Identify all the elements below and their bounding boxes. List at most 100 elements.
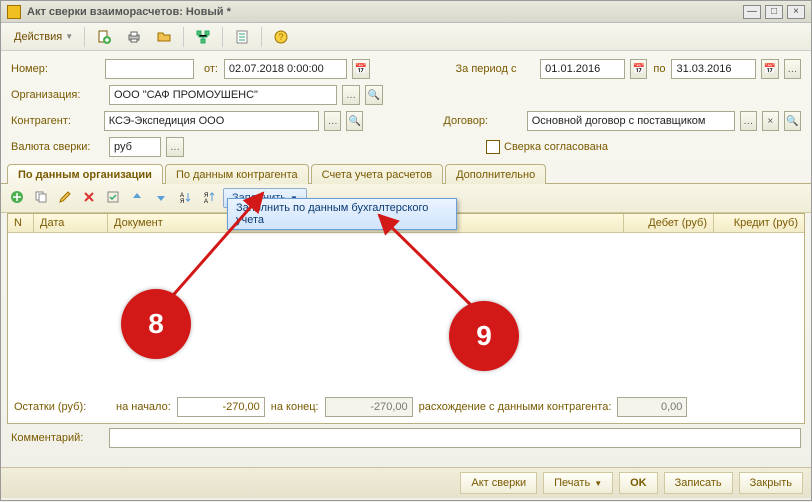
dogovor-select-button[interactable]: …: [740, 111, 757, 131]
period-to-field[interactable]: 31.03.2016: [671, 59, 756, 79]
svg-text:?: ?: [279, 32, 284, 42]
window-title: Акт сверки взаиморасчетов: Новый *: [27, 6, 743, 18]
tab-accounts[interactable]: Счета учета расчетов: [311, 164, 443, 184]
refresh-button[interactable]: [119, 26, 149, 48]
dogovor-field[interactable]: Основной договор с поставщиком: [527, 111, 735, 131]
calendar-icon: 📅: [355, 64, 367, 75]
add-row-button[interactable]: [7, 188, 27, 208]
ot-label: от:: [204, 63, 218, 75]
org-open-button[interactable]: 🔍: [365, 85, 383, 105]
move-up-button[interactable]: [127, 188, 147, 208]
number-field[interactable]: [105, 59, 194, 79]
zakryt-button[interactable]: Закрыть: [739, 472, 803, 494]
sort-desc-icon: ЯA: [202, 190, 216, 207]
svg-text:Я: Я: [180, 199, 184, 204]
period-menu-button[interactable]: …: [784, 59, 801, 79]
separator: [222, 27, 223, 47]
zapisat-button[interactable]: Записать: [664, 472, 733, 494]
main-toolbar: Действия ▼ ?: [1, 23, 811, 51]
fill-menu-item[interactable]: Заполнить по данным бухгалтерского учета: [227, 198, 457, 230]
annotation-bubble-8: 8: [121, 289, 191, 359]
svg-text:A: A: [204, 199, 208, 204]
dogovor-open-button[interactable]: 🔍: [784, 111, 801, 131]
magnifier-icon: 🔍: [368, 90, 380, 101]
structure-icon: [195, 29, 211, 45]
col-credit-header[interactable]: Кредит (руб): [714, 214, 804, 232]
bottom-bar: Акт сверки Печать▼ OK Записать Закрыть: [1, 467, 811, 498]
dogovor-clear-button[interactable]: ×: [762, 111, 779, 131]
annotation-bubble-9: 9: [449, 301, 519, 371]
sort-asc-button[interactable]: AЯ: [175, 188, 195, 208]
document-plus-icon: [96, 29, 112, 45]
pechat-button[interactable]: Печать▼: [543, 472, 613, 494]
title-bar: Акт сверки взаиморасчетов: Новый * — □ ×: [1, 1, 811, 23]
period-from-field[interactable]: 01.01.2016: [540, 59, 625, 79]
magnifier-icon: 🔍: [349, 116, 361, 127]
tab-org-data[interactable]: По данным организации: [7, 164, 163, 184]
rashod-label: расхождение с данными контрагента:: [419, 401, 612, 413]
tab-kont-data[interactable]: По данным контрагента: [165, 164, 309, 184]
separator: [183, 27, 184, 47]
na-nachalo-value[interactable]: -270,00: [177, 397, 265, 417]
separator: [261, 27, 262, 47]
minimize-button[interactable]: —: [743, 5, 761, 19]
col-n-header[interactable]: N: [8, 214, 34, 232]
copy-row-button[interactable]: [31, 188, 51, 208]
kont-select-button[interactable]: …: [324, 111, 341, 131]
date-picker-button[interactable]: 📅: [352, 59, 369, 79]
period-to-calendar-button[interactable]: 📅: [761, 59, 778, 79]
report-icon: [234, 29, 250, 45]
plus-circle-icon: [10, 190, 24, 207]
help-button[interactable]: ?: [266, 26, 296, 48]
period-from-calendar-button[interactable]: 📅: [630, 59, 647, 79]
arrow-up-icon: [130, 190, 144, 207]
agreed-checkbox[interactable]: [486, 140, 500, 154]
period-label: За период с: [456, 63, 535, 75]
pencil-icon: [58, 190, 72, 207]
kont-field[interactable]: КСЭ-Экспедиция ООО: [104, 111, 320, 131]
actions-label: Действия: [14, 31, 62, 43]
links-button[interactable]: [188, 26, 218, 48]
org-select-button[interactable]: …: [342, 85, 360, 105]
na-konec-label: на конец:: [271, 401, 319, 413]
calendar-icon: 📅: [632, 64, 644, 75]
ok-button[interactable]: OK: [619, 472, 658, 494]
rashod-value: 0,00: [617, 397, 687, 417]
na-nachalo-label: на начало:: [116, 401, 171, 413]
date-field[interactable]: 02.07.2018 0:00:00: [224, 59, 347, 79]
number-label: Номер:: [11, 63, 99, 75]
report-button[interactable]: [227, 26, 257, 48]
na-konec-value: -270,00: [325, 397, 413, 417]
delete-row-button[interactable]: [79, 188, 99, 208]
period-to-label: по: [653, 63, 665, 75]
copy-icon: [34, 190, 48, 207]
currency-label: Валюта сверки:: [11, 141, 103, 153]
kont-open-button[interactable]: 🔍: [346, 111, 363, 131]
close-button[interactable]: ×: [787, 5, 805, 19]
maximize-button[interactable]: □: [765, 5, 783, 19]
ostatki-label: Остатки (руб):: [14, 401, 110, 413]
currency-field[interactable]: руб: [109, 137, 161, 157]
calendar-icon: 📅: [764, 64, 776, 75]
col-debit-header[interactable]: Дебет (руб): [624, 214, 714, 232]
move-down-button[interactable]: [151, 188, 171, 208]
kont-label: Контрагент:: [11, 115, 98, 127]
actions-menu-button[interactable]: Действия ▼: [7, 26, 80, 48]
new-button[interactable]: [89, 26, 119, 48]
edit-row-button[interactable]: [55, 188, 75, 208]
org-label: Организация:: [11, 89, 103, 101]
sort-asc-icon: AЯ: [178, 190, 192, 207]
akt-sverki-button[interactable]: Акт сверки: [460, 472, 537, 494]
chevron-down-icon: ▼: [65, 32, 73, 41]
sort-desc-button[interactable]: ЯA: [199, 188, 219, 208]
tab-strip: По данным организации По данным контраге…: [1, 163, 811, 184]
org-field[interactable]: ООО "САФ ПРОМОУШЕНС": [109, 85, 337, 105]
tab-additional[interactable]: Дополнительно: [445, 164, 546, 184]
currency-select-button[interactable]: …: [166, 137, 184, 157]
end-edit-button[interactable]: [103, 188, 123, 208]
comment-field[interactable]: [109, 428, 801, 448]
col-date-header[interactable]: Дата: [34, 214, 108, 232]
folder-button[interactable]: [149, 26, 179, 48]
dogovor-label: Договор:: [443, 115, 520, 127]
app-icon: [7, 5, 21, 19]
